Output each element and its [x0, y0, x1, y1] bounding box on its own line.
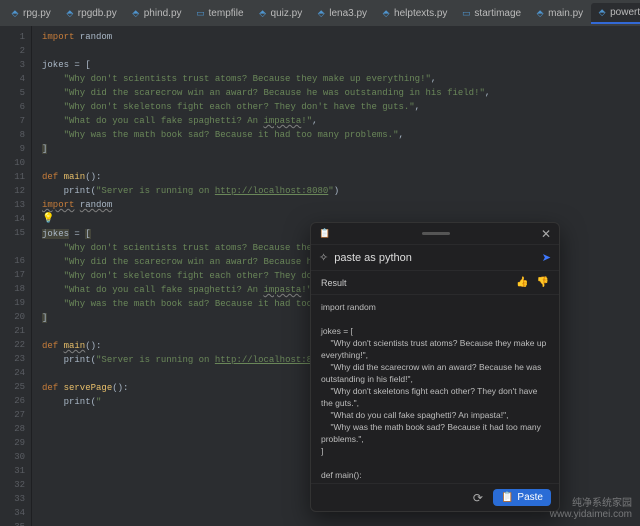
clipboard-icon: 📋: [319, 228, 330, 239]
tab-startimage[interactable]: ▭startimage: [455, 4, 527, 23]
clipboard-icon: 📋: [501, 492, 513, 503]
file-icon: ▭: [196, 8, 206, 18]
watermark: 纯净系统家园 www.yidaimei.com: [550, 494, 632, 520]
popup-titlebar[interactable]: 📋 ✕: [311, 223, 559, 245]
tab-lena3[interactable]: ⬘lena3.py: [310, 4, 373, 23]
thumbs-down-icon[interactable]: 👎: [537, 277, 549, 288]
tab-tempfile[interactable]: ▭tempfile: [190, 4, 250, 23]
result-label: Result: [321, 278, 347, 288]
python-icon: ⬘: [535, 8, 545, 18]
file-icon: ▭: [461, 8, 471, 18]
wand-icon: ✧: [319, 251, 328, 264]
tab-helptexts[interactable]: ⬘helptexts.py: [375, 4, 453, 23]
popup-result-header: Result 👍 👎: [311, 271, 559, 295]
popup-footer: ⟳ 📋Paste: [311, 483, 559, 511]
popup-result-body[interactable]: import random jokes = [ "Why don't scien…: [311, 295, 559, 483]
python-icon: ⬘: [381, 8, 391, 18]
tab-rpg[interactable]: ⬘rpg.py: [4, 4, 57, 23]
tab-main[interactable]: ⬘main.py: [529, 4, 589, 23]
thumbs-up-icon[interactable]: 👍: [516, 277, 528, 288]
python-icon: ⬘: [258, 8, 268, 18]
popup-search-row: ✧ ➤: [311, 245, 559, 271]
drag-handle-icon[interactable]: [422, 232, 450, 235]
python-icon: ⬘: [131, 8, 141, 18]
tab-rpgdb[interactable]: ⬘rpgdb.py: [59, 4, 123, 23]
python-icon: ⬘: [10, 8, 20, 18]
tab-quiz[interactable]: ⬘quiz.py: [252, 4, 309, 23]
tab-phind[interactable]: ⬘phind.py: [125, 4, 188, 23]
line-gutter: 123456789101112131415 161718192021222324…: [0, 26, 32, 526]
tab-powertoys-test[interactable]: ⬘powertoys test.py: [591, 3, 640, 24]
powertoys-popup: 📋 ✕ ✧ ➤ Result 👍 👎 import random jokes =…: [310, 222, 560, 512]
python-icon: ⬘: [65, 8, 75, 18]
close-icon[interactable]: ✕: [541, 227, 551, 241]
refresh-icon[interactable]: ⟳: [473, 491, 483, 505]
send-icon[interactable]: ➤: [542, 251, 551, 264]
paste-button[interactable]: 📋Paste: [493, 489, 551, 506]
python-icon: ⬘: [597, 7, 607, 17]
query-input[interactable]: [334, 252, 536, 264]
python-icon: ⬘: [316, 8, 326, 18]
editor-tabs: ⬘rpg.py ⬘rpgdb.py ⬘phind.py ▭tempfile ⬘q…: [0, 0, 640, 26]
